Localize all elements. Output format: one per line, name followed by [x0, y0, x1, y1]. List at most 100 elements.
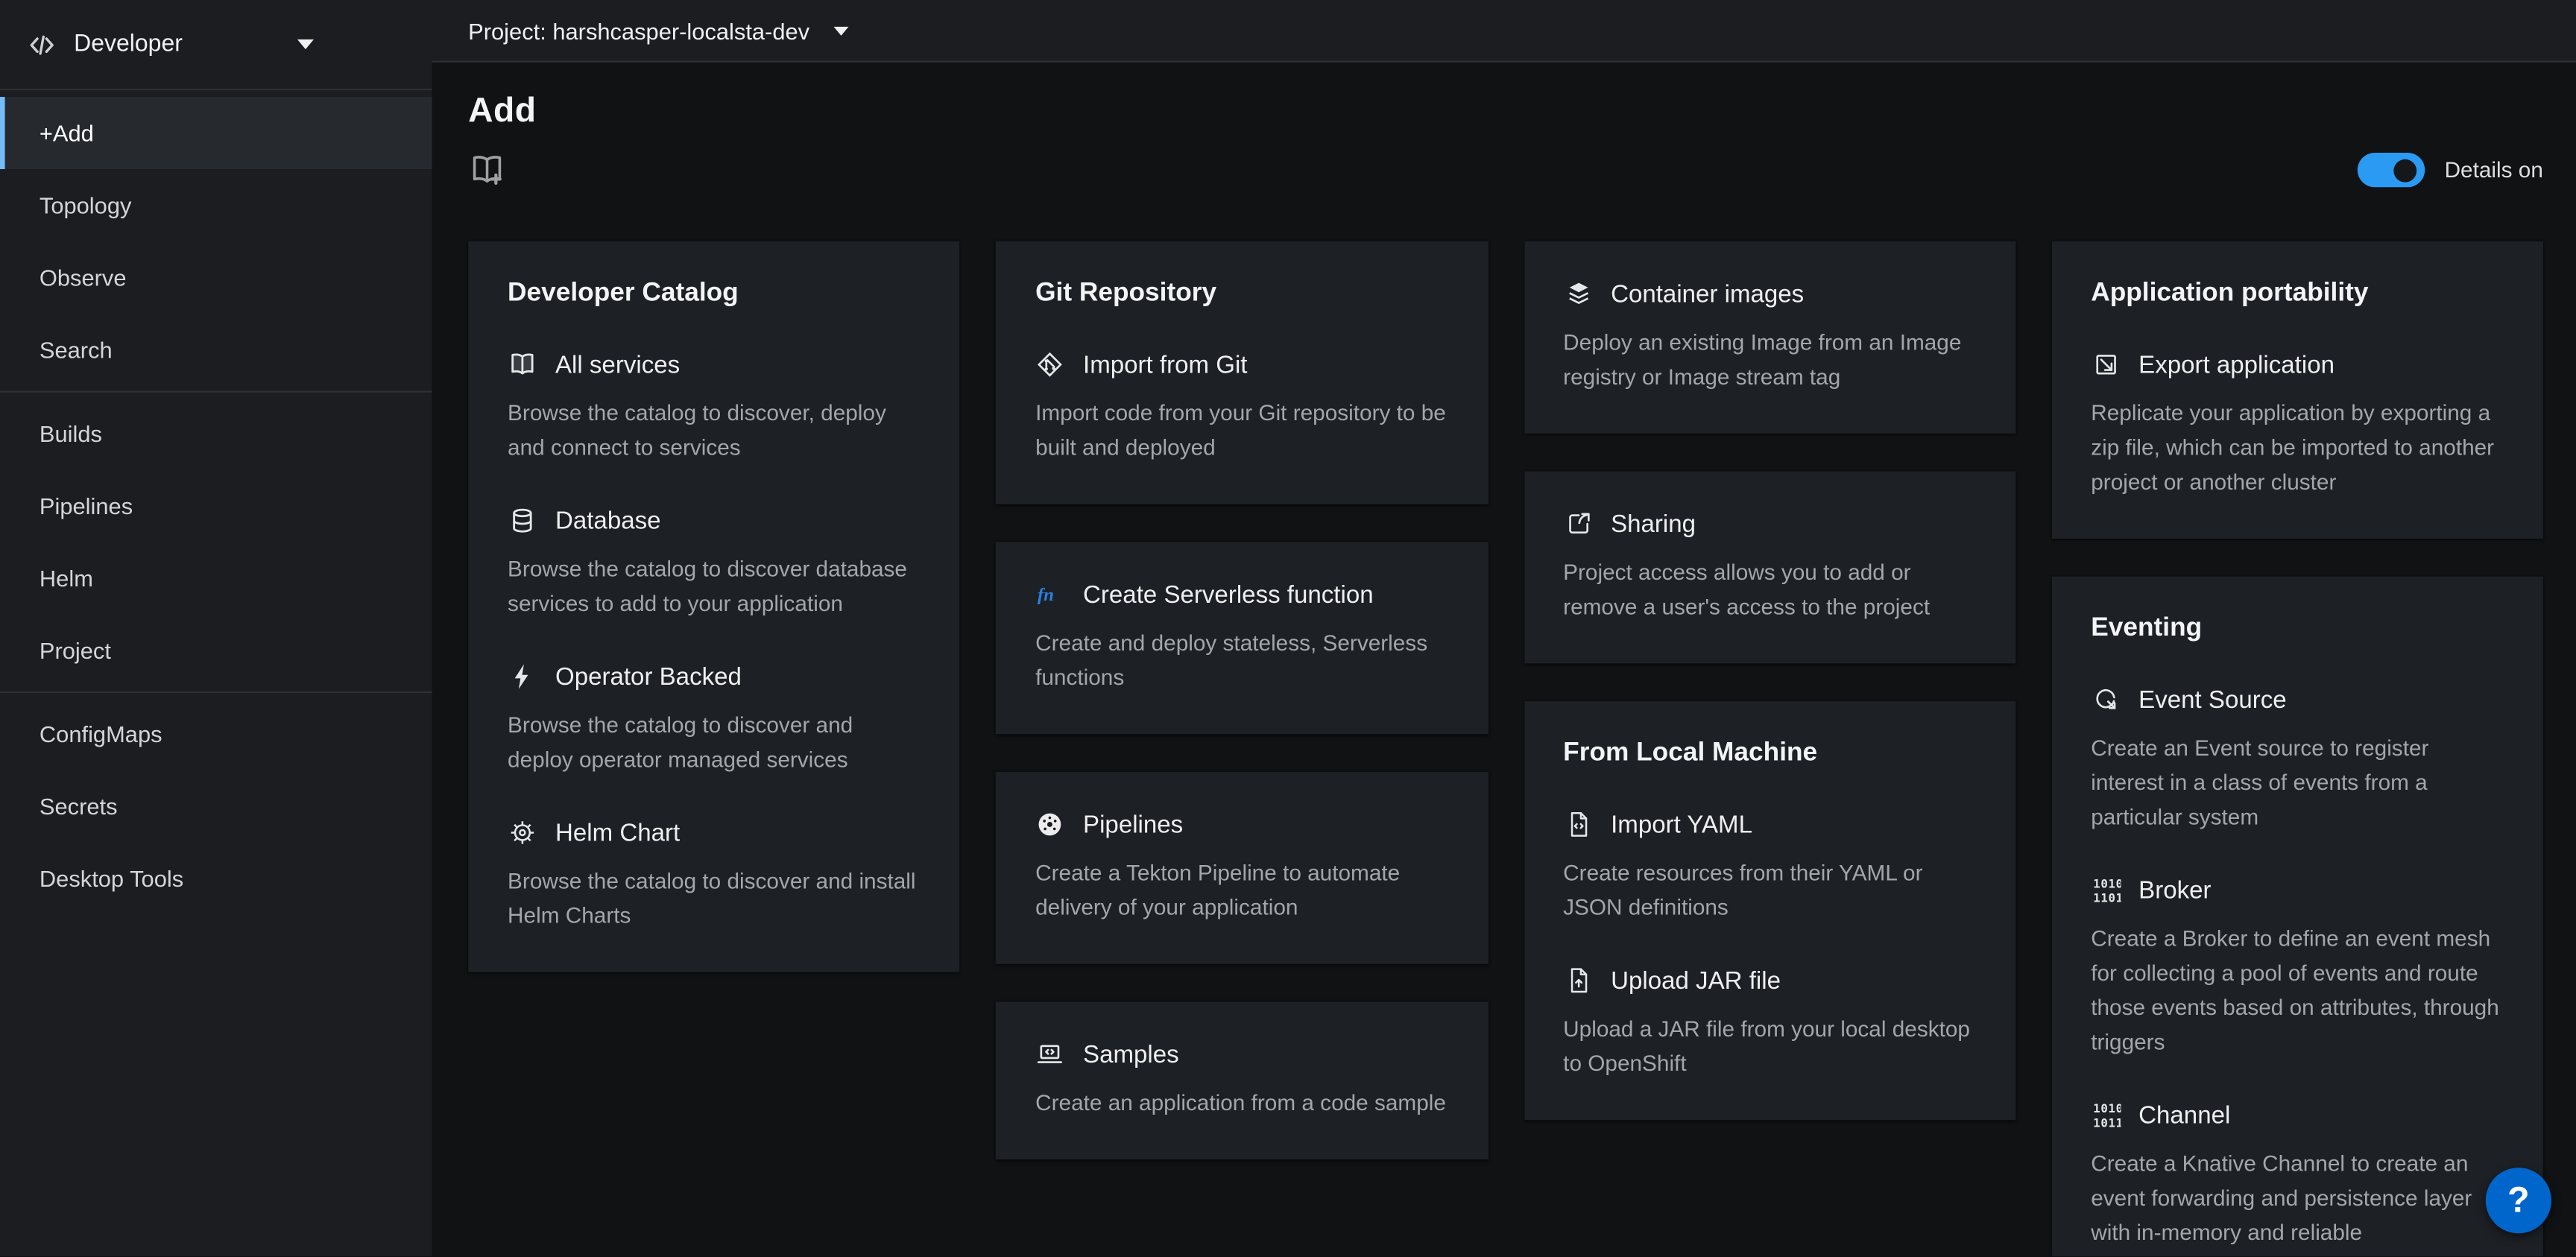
add-item-operator-backed[interactable]: Operator Backed Browse the catalog to di… [508, 662, 921, 776]
sidebar-item-project[interactable]: Project [0, 614, 432, 686]
card-title: Eventing [2091, 614, 2504, 644]
file-upload-icon [1563, 966, 1593, 995]
helm-icon [508, 818, 537, 848]
card-application-portability: Application portability Export applicati… [2051, 241, 2543, 539]
perspective-label: Developer [74, 31, 183, 57]
add-cards-grid: Developer Catalog All services Browse th… [468, 241, 2543, 1257]
add-item-create-serverless-function[interactable]: fn Create Serverless function Create and… [1035, 580, 1448, 694]
add-item-label: Helm Chart [555, 819, 680, 846]
page-title: Add [468, 92, 2543, 131]
page-subheader: Details on [468, 151, 2543, 189]
add-item-sharing[interactable]: Sharing Project access allows you to add… [1563, 509, 1976, 624]
add-item-description: Create a Knative Channel to create an ev… [2091, 1146, 2504, 1250]
toggle-knob [2393, 159, 2416, 182]
main-area: Project: harshcasper-localsta-dev Add De… [432, 0, 2576, 1257]
svg-text:1101: 1101 [2093, 890, 2121, 905]
add-item-description: Deploy an existing Image from an Image r… [1563, 325, 1976, 394]
perspective-switcher[interactable]: Developer [0, 0, 432, 90]
export-icon [2091, 349, 2121, 379]
add-item-label: Broker [2138, 876, 2211, 904]
add-item-channel[interactable]: 10101011 Channel Create a Knative Channe… [2091, 1101, 2504, 1250]
card-samples: Samples Create an application from a cod… [996, 1001, 1488, 1159]
screen: Developer +Add Topology Observe Search B… [0, 0, 2576, 1257]
tekton-icon [1035, 810, 1065, 840]
details-toggle-label: Details on [2445, 158, 2543, 183]
add-item-description: Create and deploy stateless, Serverless … [1035, 626, 1448, 695]
sidebar-nav: +Add Topology Observe Search Builds Pipe… [0, 90, 432, 914]
add-item-label: Pipelines [1083, 811, 1183, 838]
add-item-event-source[interactable]: Event Source Create an Event source to r… [2091, 685, 2504, 835]
sidebar-item-secrets[interactable]: Secrets [0, 770, 432, 843]
card-developer-catalog: Developer Catalog All services Browse th… [468, 241, 960, 972]
add-item-import-yaml[interactable]: Import YAML Create resources from their … [1563, 810, 1976, 925]
details-toggle[interactable] [2358, 153, 2425, 187]
svg-text:1010: 1010 [2093, 1101, 2121, 1115]
chevron-down-icon[interactable] [833, 26, 848, 35]
share-icon [1563, 509, 1593, 539]
catalog-book-icon [508, 349, 537, 379]
card-container-images: Container images Deploy an existing Imag… [1524, 241, 2015, 434]
add-item-description: Browse the catalog to discover and insta… [508, 864, 921, 933]
svg-text:1010: 1010 [2093, 876, 2121, 890]
add-item-description: Browse the catalog to discover database … [508, 552, 921, 621]
sidebar-item-search[interactable]: Search [0, 314, 432, 386]
sidebar-item-desktop-tools[interactable]: Desktop Tools [0, 843, 432, 915]
add-item-label: Samples [1083, 1040, 1179, 1068]
add-item-description: Project access allows you to add or remo… [1563, 555, 1976, 624]
add-item-label: Event Source [2138, 686, 2287, 713]
add-item-import-from-git[interactable]: Import from Git Import code from your Gi… [1035, 349, 1448, 464]
sidebar-item-builds[interactable]: Builds [0, 397, 432, 469]
sidebar-item-observe[interactable]: Observe [0, 241, 432, 314]
add-item-broker[interactable]: 10101101 Broker Create a Broker to defin… [2091, 876, 2504, 1060]
quickstart-book-plus-icon[interactable] [468, 151, 506, 189]
add-item-upload-jar-file[interactable]: Upload JAR file Upload a JAR file from y… [1563, 966, 1976, 1080]
sidebar-item-configmaps[interactable]: ConfigMaps [0, 698, 432, 770]
add-item-database[interactable]: Database Browse the catalog to discover … [508, 506, 921, 621]
sidebar-item-topology[interactable]: Topology [0, 169, 432, 241]
add-item-container-images[interactable]: Container images Deploy an existing Imag… [1563, 279, 1976, 394]
project-selector[interactable]: Project: harshcasper-localsta-dev [468, 17, 809, 43]
add-item-all-services[interactable]: All services Browse the catalog to disco… [508, 349, 921, 464]
sidebar-item-add[interactable]: +Add [0, 97, 432, 169]
card-pipelines: Pipelines Create a Tekton Pipeline to au… [996, 772, 1488, 964]
card-title: Developer Catalog [508, 279, 921, 309]
add-item-description: Create an Event source to register inter… [2091, 731, 2504, 835]
card-title: Git Repository [1035, 279, 1448, 309]
card-serverless-function: fn Create Serverless function Create and… [996, 542, 1488, 734]
add-item-export-application[interactable]: Export application Replicate your applic… [2091, 349, 2504, 499]
svg-text:1011: 1011 [2093, 1115, 2121, 1130]
card-title: Application portability [2091, 279, 2504, 309]
card-from-local-machine: From Local Machine Import YAML Create re… [1524, 701, 2015, 1120]
code-brackets-icon [26, 29, 57, 60]
card-column-2: Git Repository Import from Git Import co… [996, 241, 1488, 1159]
add-item-label: All services [555, 351, 680, 379]
add-item-label: Operator Backed [555, 662, 742, 690]
event-source-icon [2091, 685, 2121, 715]
broker-binary-icon: 10101101 [2091, 876, 2121, 905]
database-icon [508, 506, 537, 536]
channel-binary-icon: 10101011 [2091, 1101, 2121, 1130]
sidebar-item-pipelines[interactable]: Pipelines [0, 469, 432, 542]
sidebar-item-helm[interactable]: Helm [0, 542, 432, 614]
add-item-description: Replicate your application by exporting … [2091, 396, 2504, 499]
svg-text:fn: fn [1038, 585, 1054, 605]
card-column-3: Container images Deploy an existing Imag… [1524, 241, 2015, 1120]
file-code-icon [1563, 810, 1593, 840]
add-item-description: Import code from your Git repository to … [1035, 396, 1448, 465]
add-item-helm-chart[interactable]: Helm Chart Browse the catalog to discove… [508, 818, 921, 933]
details-toggle-group: Details on [2358, 153, 2543, 187]
add-item-pipelines[interactable]: Pipelines Create a Tekton Pipeline to au… [1035, 810, 1448, 925]
nav-divider [0, 391, 432, 393]
add-item-label: Create Serverless function [1083, 580, 1374, 608]
add-item-samples[interactable]: Samples Create an application from a cod… [1035, 1039, 1448, 1120]
add-item-description: Browse the catalog to discover and deplo… [508, 708, 921, 777]
add-item-label: Export application [2138, 351, 2334, 379]
add-item-description: Create resources from their YAML or JSON… [1563, 855, 1976, 925]
git-icon [1035, 349, 1065, 379]
card-column-1: Developer Catalog All services Browse th… [468, 241, 960, 972]
card-sharing: Sharing Project access allows you to add… [1524, 472, 2015, 664]
add-item-label: Upload JAR file [1611, 966, 1781, 994]
card-git-repository: Git Repository Import from Git Import co… [996, 241, 1488, 504]
add-item-description: Create a Broker to define an event mesh … [2091, 921, 2504, 1059]
bolt-icon [508, 662, 537, 691]
